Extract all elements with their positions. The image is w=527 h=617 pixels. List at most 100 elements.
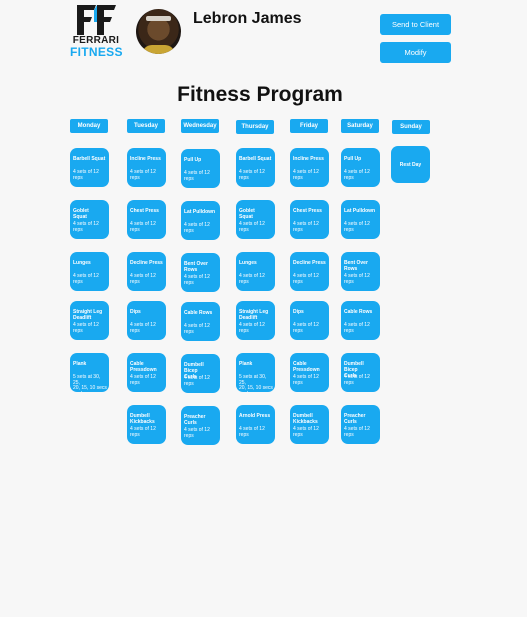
exercise-card[interactable]: Barbell Squat 4 sets of 12 reps <box>70 148 109 187</box>
exercise-name: Chest Press <box>130 208 159 214</box>
day-header-wednesday: Wednesday <box>181 119 219 133</box>
exercise-card[interactable]: Pull Up 4 sets of 12 reps <box>181 149 220 188</box>
exercise-name: Preacher Curls <box>184 414 206 426</box>
exercise-detail: 4 sets of 12 reps <box>293 426 319 438</box>
exercise-name: Incline Press <box>293 156 324 162</box>
exercise-card[interactable]: Goblet Squat 4 sets of 12 reps <box>70 200 109 239</box>
exercise-card[interactable]: Plank 5 sets at 30, 25, 20, 15, 10 secs e… <box>236 353 275 392</box>
exercise-detail: 4 sets of 12 reps <box>239 221 265 233</box>
exercise-card[interactable]: Preacher Curls 4 sets of 12 reps <box>341 405 380 444</box>
exercise-card[interactable]: Cable Pressdown 4 sets of 12 reps <box>127 353 166 392</box>
exercise-detail: 4 sets of 12 reps <box>239 273 265 285</box>
exercise-name: Bent Over Rows <box>344 260 368 272</box>
day-header-tuesday: Tuesday <box>127 119 165 133</box>
exercise-name: Cable Pressdown <box>130 361 157 373</box>
exercise-detail: 4 sets of 12 reps <box>130 221 156 233</box>
exercise-name: Preacher Curls <box>344 413 366 425</box>
exercise-card[interactable]: Lunges 4 sets of 12 reps <box>236 252 275 291</box>
exercise-name: Barbell Squat <box>239 156 272 162</box>
exercise-name: Lat Pulldown <box>344 208 376 214</box>
day-header-friday: Friday <box>290 119 328 133</box>
exercise-detail: 4 sets of 12 reps <box>344 426 370 438</box>
headband-shape <box>146 16 171 21</box>
exercise-name: Pull Up <box>344 156 362 162</box>
exercise-detail: 4 sets of 12 reps <box>184 170 210 182</box>
exercise-name: Arnold Press <box>239 413 271 419</box>
exercise-detail: 4 sets of 12 reps <box>293 374 319 386</box>
ff-logo-icon <box>77 5 116 35</box>
exercise-card[interactable]: Lunges 4 sets of 12 reps <box>70 252 109 291</box>
exercise-card[interactable]: Plank 5 sets at 30, 25, 20, 15, 10 secs e… <box>70 353 109 392</box>
exercise-detail: 5 sets at 30, 25, 20, 15, 10 secs each <box>239 374 273 392</box>
rest-day-label: Rest Day <box>399 162 422 168</box>
exercise-card[interactable]: Dumbell Bicep Curls 4 sets of 12 reps <box>341 353 380 392</box>
exercise-card[interactable]: Chest Press 4 sets of 12 reps <box>127 200 166 239</box>
exercise-card[interactable]: Lat Pulldown 4 sets of 12 reps <box>341 200 380 239</box>
exercise-card[interactable]: Dumbell Bicep Curls 4 sets of 12 reps <box>181 354 220 393</box>
exercise-name: Straight Leg Deadlift <box>73 309 103 321</box>
exercise-card[interactable]: Straight Leg Deadlift 4 sets of 12 reps <box>236 301 275 340</box>
exercise-card[interactable]: Incline Press 4 sets of 12 reps <box>290 148 329 187</box>
exercise-detail: 4 sets of 12 reps <box>239 426 265 438</box>
rest-day-card[interactable]: Rest Day <box>391 146 430 183</box>
exercise-card[interactable]: Cable Pressdown 4 sets of 12 reps <box>290 353 329 392</box>
exercise-name: Lunges <box>239 260 257 266</box>
exercise-name: Dumbell Kickbacks <box>293 413 318 425</box>
exercise-detail: 4 sets of 12 reps <box>184 427 210 439</box>
exercise-card[interactable]: Straight Leg Deadlift 4 sets of 12 reps <box>70 301 109 340</box>
exercise-card[interactable]: Dips 4 sets of 12 reps <box>290 301 329 340</box>
exercise-card[interactable]: Dumbell Kickbacks 4 sets of 12 reps <box>290 405 329 444</box>
exercise-card[interactable]: Decline Press 4 sets of 12 reps <box>127 252 166 291</box>
exercise-name: Chest Press <box>293 208 322 214</box>
exercise-detail: 4 sets of 12 reps <box>344 221 370 233</box>
exercise-card[interactable]: Decline Press 4 sets of 12 reps <box>290 252 329 291</box>
exercise-detail: 4 sets of 12 reps <box>130 426 156 438</box>
exercise-card[interactable]: Cable Rows 4 sets of 12 reps <box>181 302 220 341</box>
exercise-detail: 4 sets of 12 reps <box>184 274 210 286</box>
exercise-name: Goblet Squat <box>239 208 255 220</box>
exercise-name: Barbell Squat <box>73 156 106 162</box>
send-to-client-button[interactable]: Send to Client <box>380 14 451 35</box>
exercise-card[interactable]: Barbell Squat 4 sets of 12 reps <box>236 148 275 187</box>
exercise-card[interactable]: Goblet Squat 4 sets of 12 reps <box>236 200 275 239</box>
exercise-card[interactable]: Incline Press 4 sets of 12 reps <box>127 148 166 187</box>
client-name: Lebron James <box>193 10 302 27</box>
exercise-card[interactable]: Pull Up 4 sets of 12 reps <box>341 148 380 187</box>
exercise-name: Cable Rows <box>184 310 213 316</box>
exercise-name: Dips <box>130 309 141 315</box>
exercise-detail: 4 sets of 12 reps <box>239 169 265 181</box>
exercise-card[interactable]: Cable Rows 4 sets of 12 reps <box>341 301 380 340</box>
exercise-detail: 4 sets of 12 reps <box>344 273 370 285</box>
exercise-card[interactable]: Preacher Curls 4 sets of 12 reps <box>181 406 220 445</box>
exercise-detail: 4 sets of 12 reps <box>184 323 210 335</box>
exercise-name: Dumbell Kickbacks <box>130 413 155 425</box>
exercise-card[interactable]: Arnold Press 4 sets of 12 reps <box>236 405 275 444</box>
exercise-detail: 4 sets of 12 reps <box>344 374 370 386</box>
client-avatar <box>136 9 181 54</box>
exercise-name: Plank <box>239 361 253 367</box>
exercise-name: Decline Press <box>293 260 326 266</box>
exercise-card[interactable]: Bent Over Rows 4 sets of 12 reps <box>181 253 220 292</box>
exercise-card[interactable]: Chest Press 4 sets of 12 reps <box>290 200 329 239</box>
exercise-card[interactable]: Bent Over Rows 4 sets of 12 reps <box>341 252 380 291</box>
exercise-detail: 4 sets of 12 reps <box>130 169 156 181</box>
modify-button[interactable]: Modify <box>380 42 451 63</box>
exercise-detail: 4 sets of 12 reps <box>184 375 210 387</box>
exercise-detail: 4 sets of 12 reps <box>293 322 319 334</box>
exercise-name: Goblet Squat <box>73 208 89 220</box>
exercise-detail: 5 sets at 30, 25, 20, 15, 10 secs each <box>73 374 107 392</box>
logo-text-line2: FITNESS <box>70 45 123 59</box>
exercise-detail: 4 sets of 12 reps <box>293 273 319 285</box>
exercise-name: Cable Rows <box>344 309 373 315</box>
brand-logo: FERRARI FITNESS <box>70 4 123 59</box>
exercise-name: Straight Leg Deadlift <box>239 309 269 321</box>
exercise-card[interactable]: Dips 4 sets of 12 reps <box>127 301 166 340</box>
exercise-name: Bent Over Rows <box>184 261 208 273</box>
exercise-card[interactable]: Lat Pulldown 4 sets of 12 reps <box>181 201 220 240</box>
exercise-name: Cable Pressdown <box>293 361 320 373</box>
exercise-card[interactable]: Dumbell Kickbacks 4 sets of 12 reps <box>127 405 166 444</box>
day-header-monday: Monday <box>70 119 108 133</box>
exercise-name: Pull Up <box>184 157 202 163</box>
exercise-detail: 4 sets of 12 reps <box>344 169 370 181</box>
jersey-shape <box>142 45 175 54</box>
